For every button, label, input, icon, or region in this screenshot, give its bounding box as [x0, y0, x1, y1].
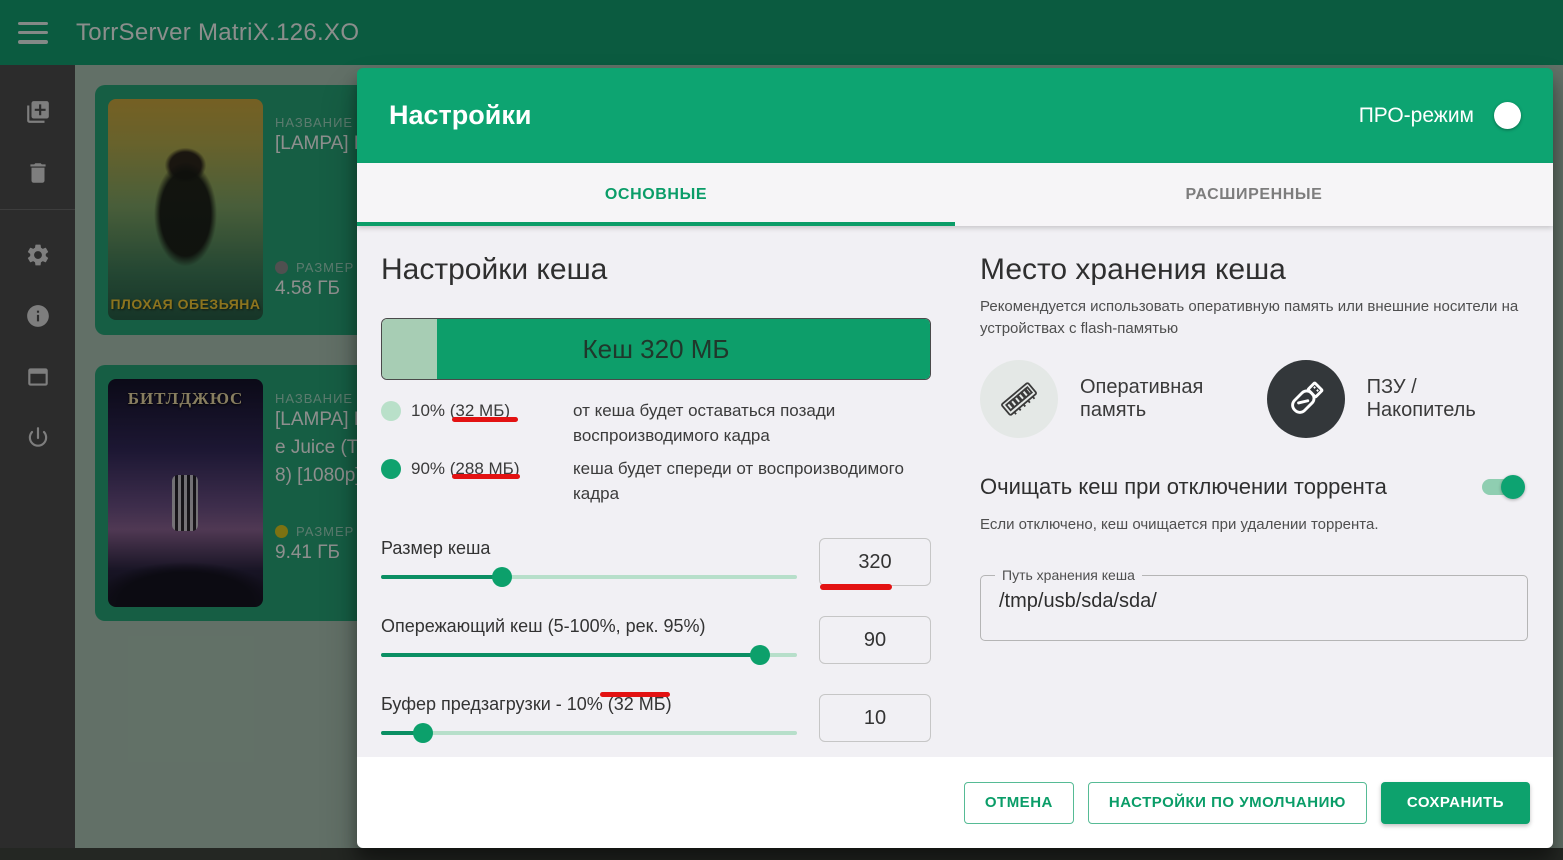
save-button[interactable]: СОХРАНИТЬ: [1380, 781, 1530, 824]
storage-options: Оперативная память ПЗУ / Накопитель: [980, 360, 1528, 438]
cache-size-slider[interactable]: [381, 566, 797, 588]
slider-thumb[interactable]: [412, 723, 433, 743]
annotation-underline-preload-buffer: [600, 692, 670, 697]
legend-percent: 90% (288 МБ): [411, 459, 520, 478]
clear-cache-toggle[interactable]: [1482, 475, 1525, 499]
dialog-footer: ОТМЕНА НАСТРОЙКИ ПО УМОЛЧАНИЮ СОХРАНИТЬ: [357, 757, 1553, 848]
cache-legend: 10% (32 МБ) от кеша будет оставаться поз…: [381, 398, 931, 506]
slider-thumb[interactable]: [491, 567, 512, 587]
dialog-body: Настройки кеша Кеш 320 МБ 10% (32 МБ) от…: [357, 226, 1553, 757]
clear-cache-hint: Если отключено, кеш очищается при удален…: [980, 516, 1379, 533]
legend-dot-back: [381, 401, 401, 421]
readahead-slider[interactable]: [381, 644, 797, 666]
ram-option-button[interactable]: [980, 360, 1058, 438]
storage-section: Место хранения кеша Рекомендуется исполь…: [955, 226, 1553, 757]
clear-cache-toggle-label: Очищать кеш при отключении торрента: [980, 474, 1387, 499]
readahead-input[interactable]: [819, 616, 931, 664]
cache-path-input[interactable]: [981, 576, 1527, 640]
cache-size-slider-label: Размер кеша: [381, 538, 491, 558]
usb-drive-icon: [1290, 381, 1323, 414]
tab-advanced[interactable]: РАСШИРЕННЫЕ: [955, 163, 1553, 226]
cache-path-label: Путь хранения кеша: [995, 567, 1142, 583]
annotation-underline-front-cache: [452, 474, 520, 479]
tab-bar: ОСНОВНЫЕ РАСШИРЕННЫЕ: [357, 163, 1553, 226]
cancel-button[interactable]: ОТМЕНА: [963, 781, 1074, 824]
cache-size-bar: Кеш 320 МБ: [381, 318, 931, 380]
annotation-underline-back-cache: [452, 417, 518, 422]
storage-heading: Место хранения кеша: [980, 253, 1286, 286]
legend-description: кеша будет спереди от воспроизводимого к…: [573, 459, 904, 503]
annotation-underline-cache-size: [820, 584, 892, 590]
ram-option-label: Оперативная память: [1080, 376, 1204, 421]
legend-dot-front: [381, 459, 401, 479]
pro-mode-toggle[interactable]: [1494, 102, 1521, 129]
pro-mode-label: ПРО-режим: [1358, 103, 1474, 127]
preload-buffer-slider[interactable]: [381, 722, 797, 744]
ram-icon: [1001, 382, 1037, 416]
settings-dialog: Настройки ПРО-режим ОСНОВНЫЕ РАСШИРЕННЫЕ…: [357, 68, 1553, 848]
preload-buffer-input[interactable]: [819, 694, 931, 742]
cache-size-input[interactable]: [819, 538, 931, 586]
readahead-slider-label: Опережающий кеш (5-100%, рек. 95%): [381, 616, 706, 636]
storage-note: Рекомендуется использовать оперативную п…: [980, 298, 1519, 337]
cache-settings-section: Настройки кеша Кеш 320 МБ 10% (32 МБ) от…: [357, 226, 955, 757]
dialog-header: Настройки ПРО-режим: [357, 68, 1553, 163]
cache-heading: Настройки кеша: [381, 253, 608, 286]
defaults-button[interactable]: НАСТРОЙКИ ПО УМОЛЧАНИЮ: [1087, 781, 1367, 824]
tab-main[interactable]: ОСНОВНЫЕ: [357, 163, 955, 226]
screen: TorrServer MatriX.126.XO ПЛОХАЯ ОБЕЗЬЯНА: [0, 0, 1563, 860]
legend-percent: 10% (32 МБ): [411, 401, 511, 420]
slider-thumb[interactable]: [749, 645, 770, 665]
dialog-title: Настройки: [389, 100, 532, 130]
active-tab-indicator: [357, 222, 955, 226]
legend-description: от кеша будет оставаться позади воспроиз…: [573, 401, 836, 445]
rom-option-label: ПЗУ / Накопитель: [1366, 376, 1476, 421]
cache-bar-label: Кеш 320 МБ: [582, 333, 730, 364]
preload-buffer-slider-label: Буфер предзагрузки - 10% (32 МБ): [381, 694, 672, 714]
cache-path-field: Путь хранения кеша: [980, 567, 1528, 641]
rom-option-button[interactable]: [1266, 360, 1345, 438]
